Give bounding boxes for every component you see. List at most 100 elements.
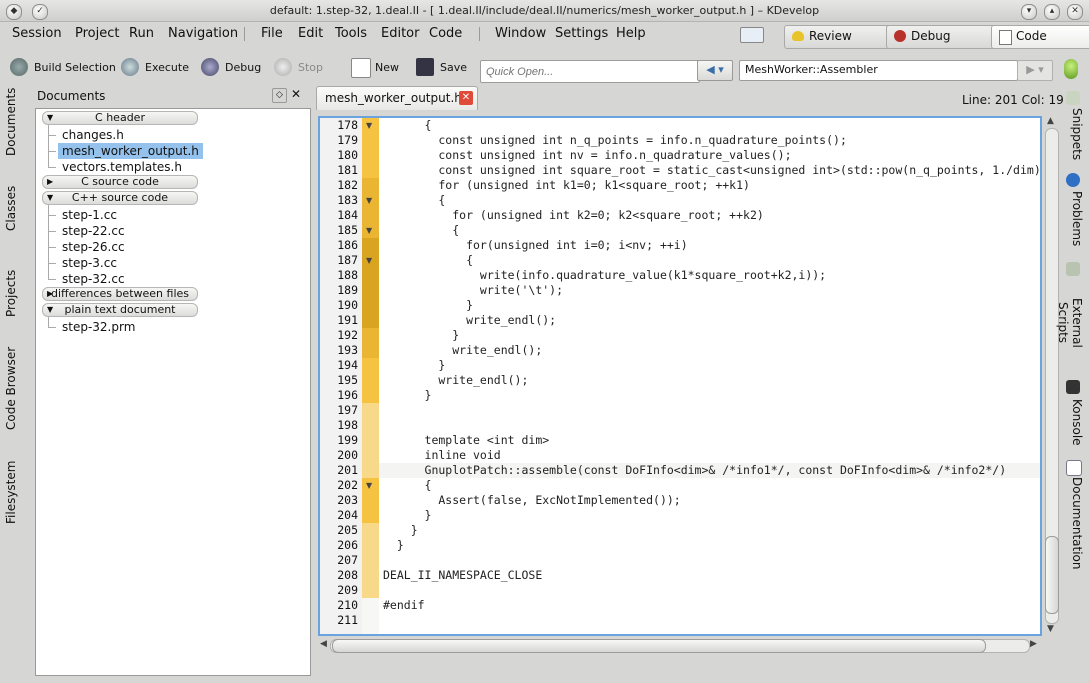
code-line: } [383, 538, 404, 552]
line-number: 204 [337, 508, 358, 522]
document-item-selected[interactable]: mesh_worker_output.h [48, 143, 203, 159]
code-line: write_endl(); [383, 313, 557, 327]
code-line: { [383, 193, 446, 207]
line-number: 187 [337, 253, 358, 267]
panel-float-icon[interactable]: ◇ [272, 88, 287, 103]
minimize-icon[interactable]: ▾ [1021, 4, 1037, 20]
title-bar: ◆ ✓ default: 1.step-32, 1.deal.II - [ 1.… [0, 0, 1089, 22]
scroll-up-icon[interactable]: ▲ [1047, 116, 1054, 126]
document-item[interactable]: step-1.cc [48, 207, 121, 223]
monitor-icon[interactable] [740, 27, 764, 43]
menu-tools[interactable]: Tools [335, 26, 367, 41]
editor-tab-label: mesh_worker_output.h [325, 91, 462, 105]
area-code-label: Code [1016, 29, 1047, 43]
document-item[interactable]: step-22.cc [48, 223, 129, 239]
scroll-down-icon[interactable]: ▼ [1047, 624, 1054, 634]
document-item[interactable]: step-32.cc [48, 271, 129, 287]
fold-marker-icon[interactable]: ▼ [366, 253, 372, 268]
tab-external-scripts[interactable]: External Scripts [1056, 278, 1084, 368]
line-number: 209 [337, 583, 358, 597]
line-number: 210 [337, 598, 358, 612]
vertical-scrollbar[interactable]: ▲ ▼ [1044, 116, 1059, 636]
cursor-position: Line: 201 Col: 19 [962, 93, 1064, 107]
quick-open-input[interactable] [480, 60, 700, 83]
code-line: } [383, 358, 446, 372]
expand-arrow-icon: ▶ [47, 177, 54, 186]
menu-file[interactable]: File [261, 26, 283, 41]
line-number: 206 [337, 538, 358, 552]
menu-session[interactable]: Session [12, 26, 62, 41]
group-cpp-source[interactable]: ▼ C++ source code [42, 191, 198, 205]
document-item[interactable]: step-32.prm [48, 319, 139, 335]
save-disk-icon [416, 58, 434, 76]
tab-problems[interactable]: Problems [1064, 190, 1084, 248]
menu-edit[interactable]: Edit [298, 26, 323, 41]
tab-konsole[interactable]: Konsole [1064, 397, 1084, 447]
document-item[interactable]: step-3.cc [48, 255, 121, 271]
line-number: 199 [337, 433, 358, 447]
fold-marker-icon[interactable]: ▼ [366, 118, 372, 133]
line-number: 179 [337, 133, 358, 147]
panel-close-icon[interactable]: ✕ [291, 87, 301, 101]
stop-label: Stop [298, 61, 324, 74]
menu-window[interactable]: Window [495, 26, 546, 41]
menu-help[interactable]: Help [616, 26, 646, 41]
tab-code-browser[interactable]: Code Browser [4, 344, 24, 432]
collapse-arrow-icon: ▼ [47, 305, 54, 314]
line-number: 185 [337, 223, 358, 237]
line-number: 178 [337, 118, 358, 132]
code-editor[interactable]: 178 179 180 181 182 183 184 185 186 187 … [318, 116, 1042, 636]
menu-run[interactable]: Run [129, 26, 154, 41]
code-line: for (unsigned int k1=0; k1<square_root; … [383, 178, 750, 192]
editor-tab[interactable]: mesh_worker_output.h ✕ [316, 86, 478, 110]
line-number: 183 [337, 193, 358, 207]
maximize-icon[interactable]: ▴ [1044, 4, 1060, 20]
tab-filesystem[interactable]: Filesystem [4, 456, 24, 528]
scroll-right-icon[interactable]: ▶ [1030, 639, 1037, 649]
menu-settings[interactable]: Settings [555, 26, 608, 41]
tab-snippets[interactable]: Snippets [1064, 108, 1084, 160]
line-number: 200 [337, 448, 358, 462]
code-line: write_endl(); [383, 373, 529, 387]
line-number: 201 [337, 463, 358, 477]
lightbulb-icon[interactable] [1064, 59, 1078, 79]
expand-arrow-icon: ▶ [47, 289, 54, 298]
tab-documentation[interactable]: Documentation [1064, 477, 1084, 570]
fold-marker-icon[interactable]: ▼ [366, 223, 372, 238]
fold-marker-icon[interactable]: ▼ [366, 478, 372, 493]
review-icon [792, 31, 804, 41]
document-item[interactable]: changes.h [48, 127, 128, 143]
menu-code[interactable]: Code [429, 26, 462, 41]
documentation-icon [1066, 460, 1082, 476]
tab-projects[interactable]: Projects [4, 262, 24, 324]
tab-documents[interactable]: Documents [4, 88, 24, 156]
forward-navigation-button[interactable]: ▶ ▾ [1017, 60, 1053, 81]
document-item[interactable]: step-26.cc [48, 239, 129, 255]
group-differences[interactable]: ▶ differences between files [42, 287, 198, 301]
group-plain-text[interactable]: ▼ plain text document [42, 303, 198, 317]
back-navigation-button[interactable]: ◀ ▾ [697, 60, 733, 81]
context-browser-field[interactable]: MeshWorker::Assembler [739, 60, 1018, 81]
scroll-left-icon[interactable]: ◀ [320, 639, 327, 649]
tab-classes[interactable]: Classes [4, 178, 24, 238]
close-tab-icon[interactable]: ✕ [459, 91, 473, 105]
fold-marker-icon[interactable]: ▼ [366, 193, 372, 208]
menu-navigation[interactable]: Navigation [168, 26, 238, 41]
horizontal-scrollbar[interactable]: ◀ ▶ [318, 638, 1042, 653]
code-line: Assert(false, ExcNotImplemented()); [383, 493, 681, 507]
group-c-header[interactable]: ▼ C header [42, 111, 198, 125]
line-number: 203 [337, 493, 358, 507]
close-icon[interactable]: ✕ [1067, 4, 1083, 20]
group-c-source[interactable]: ▶ C source code [42, 175, 198, 189]
horizontal-scroll-thumb[interactable] [332, 639, 986, 653]
code-line: { [383, 118, 432, 132]
document-item[interactable]: vectors.templates.h [48, 159, 186, 175]
menu-project[interactable]: Project [75, 26, 119, 41]
line-number: 188 [337, 268, 358, 282]
line-number: 193 [337, 343, 358, 357]
collapse-arrow-icon: ▼ [47, 113, 54, 122]
area-code-tab[interactable]: Code [991, 25, 1089, 49]
line-number: 189 [337, 283, 358, 297]
vertical-scroll-thumb[interactable] [1045, 536, 1059, 614]
menu-editor[interactable]: Editor [381, 26, 419, 41]
